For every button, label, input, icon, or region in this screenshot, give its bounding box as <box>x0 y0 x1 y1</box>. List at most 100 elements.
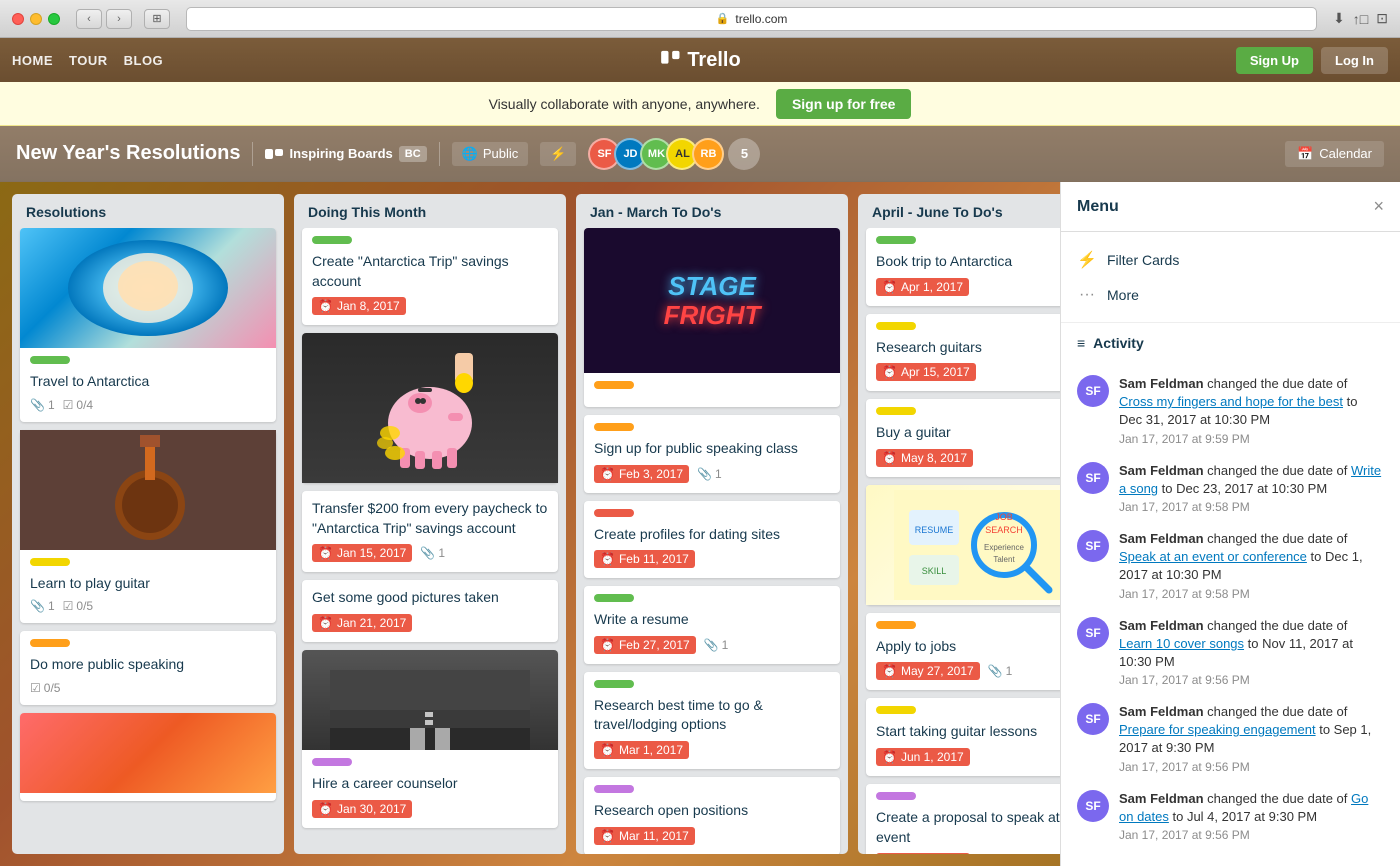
card-body-stage <box>584 373 840 407</box>
card-career-counselor[interactable]: Hire a career counselor ⏰ Jan 30, 2017 <box>302 650 558 828</box>
checklist-icon: ☑ <box>63 599 74 613</box>
card-piggy-bank[interactable] <box>302 333 558 483</box>
card-body-book-trip: Book trip to Antarctica ⏰ Apr 1, 2017 <box>866 228 1060 306</box>
activity-item-1: SF Sam Feldman changed the due date of W… <box>1077 462 1384 514</box>
card-resolutions-img[interactable] <box>20 713 276 801</box>
card-transfer-200[interactable]: Transfer $200 from every paycheck to "An… <box>302 491 558 572</box>
window-controls[interactable] <box>12 13 60 25</box>
column-cards-april-june: Book trip to Antarctica ⏰ Apr 1, 2017 <box>858 228 1060 854</box>
card-proposal-speak[interactable]: Create a proposal to speak at an event ⏰… <box>866 784 1060 854</box>
close-window-btn[interactable] <box>12 13 24 25</box>
activity-avatar-1: SF <box>1077 462 1109 494</box>
activity-link-3[interactable]: Learn 10 cover songs <box>1119 636 1244 651</box>
minimize-window-btn[interactable] <box>30 13 42 25</box>
share-icon[interactable]: ↑□ <box>1353 11 1368 27</box>
card-job-search[interactable]: RESUME SKILL JOB SEARCH Experience Talen… <box>866 485 1060 605</box>
back-btn[interactable]: ‹ <box>76 9 102 29</box>
activity-link-2[interactable]: Speak at an event or conference <box>1119 549 1307 564</box>
visibility-badge[interactable]: 🌐 Public <box>452 142 529 166</box>
power-ups-badge[interactable]: ⚡ <box>540 142 576 166</box>
card-due-date: ⏰ Feb 27, 2017 <box>594 636 696 654</box>
nav-home[interactable]: HOME <box>12 53 53 68</box>
card-book-trip[interactable]: Book trip to Antarctica ⏰ Apr 1, 2017 <box>866 228 1060 306</box>
board-header-right: 📅 Calendar <box>1285 141 1384 167</box>
activity-avatar-0: SF <box>1077 375 1109 407</box>
attachment-count: 📎 1 <box>988 664 1013 678</box>
card-title: Travel to Antarctica <box>30 372 266 392</box>
card-write-resume[interactable]: Write a resume ⏰ Feb 27, 2017 📎 1 <box>584 586 840 664</box>
workspace-icon <box>265 149 283 159</box>
activity-item-0: SF Sam Feldman changed the due date of C… <box>1077 375 1384 446</box>
column-april-june: April - June To Do's Book trip to Antarc… <box>858 194 1060 854</box>
calendar-button[interactable]: 📅 Calendar <box>1285 141 1384 167</box>
card-meta: ⏰ May 27, 2017 📎 1 <box>876 662 1060 680</box>
download-icon[interactable]: ⬇ <box>1333 10 1345 27</box>
activity-link-0[interactable]: Cross my fingers and hope for the best <box>1119 394 1343 409</box>
signup-button[interactable]: Sign Up <box>1236 47 1313 74</box>
more-item[interactable]: ··· More <box>1061 278 1400 312</box>
card-pictures-taken[interactable]: Get some good pictures taken ⏰ Jan 21, 2… <box>302 580 558 642</box>
member-count[interactable]: 5 <box>728 138 760 170</box>
clock-icon: ⏰ <box>600 743 615 757</box>
attachment-count: 📎 1 <box>30 599 55 613</box>
url-text: trello.com <box>735 12 787 26</box>
card-meta: ⏰ Jun 1, 2017 <box>876 748 1060 766</box>
banner-text: Visually collaborate with anyone, anywhe… <box>489 96 760 112</box>
card-buy-guitar[interactable]: Buy a guitar ⏰ May 8, 2017 <box>866 399 1060 477</box>
card-research-time[interactable]: Research best time to go & travel/lodgin… <box>584 672 840 769</box>
filter-cards-item[interactable]: ⚡ Filter Cards <box>1061 242 1400 278</box>
card-public-speaking[interactable]: Do more public speaking ☑ 0/5 <box>20 631 276 705</box>
nav-tour[interactable]: TOUR <box>69 53 108 68</box>
card-image-street <box>302 650 558 750</box>
activity-content-1: Sam Feldman changed the due date of Writ… <box>1119 462 1384 514</box>
card-meta: ⏰ Apr 15, 2017 <box>876 363 1060 381</box>
card-learn-guitar[interactable]: Learn to play guitar 📎 1 ☑ 0/5 <box>20 430 276 624</box>
card-research-guitars[interactable]: Research guitars ⏰ Apr 15, 2017 <box>866 314 1060 392</box>
activity-item-2: SF Sam Feldman changed the due date of S… <box>1077 530 1384 601</box>
card-guitar-lessons[interactable]: Start taking guitar lessons ⏰ Jun 1, 201… <box>866 698 1060 776</box>
card-body-speaking: Do more public speaking ☑ 0/5 <box>20 631 276 705</box>
card-travel-antarctica[interactable]: Travel to Antarctica 📎 1 ☑ 0/4 <box>20 228 276 422</box>
url-bar[interactable]: 🔒 trello.com <box>186 7 1317 31</box>
lock-icon: 🔒 <box>716 12 730 25</box>
card-title: Buy a guitar <box>876 423 1060 443</box>
card-title: Learn to play guitar <box>30 574 266 594</box>
card-meta: ⏰ May 8, 2017 <box>876 449 1060 467</box>
column-title-resolutions: Resolutions <box>12 194 284 228</box>
board-members: SF JD MK AL RB 5 <box>588 138 760 170</box>
sidebar-close-button[interactable]: × <box>1373 196 1384 217</box>
card-title: Sign up for public speaking class <box>594 439 830 459</box>
activity-item-5: SF Sam Feldman changed the due date of G… <box>1077 790 1384 842</box>
activity-avatar-5: SF <box>1077 790 1109 822</box>
card-meta: ⏰ Mar 11, 2017 <box>594 827 830 845</box>
card-speaking-class[interactable]: Sign up for public speaking class ⏰ Feb … <box>584 415 840 493</box>
activity-avatar-2: SF <box>1077 530 1109 562</box>
stage-word: STAGE <box>664 272 761 301</box>
svg-text:SEARCH: SEARCH <box>985 525 1023 535</box>
card-image-resolutions <box>20 713 276 793</box>
member-avatar-5[interactable]: RB <box>692 138 724 170</box>
card-apply-jobs[interactable]: Apply to jobs ⏰ May 27, 2017 📎 1 <box>866 613 1060 691</box>
forward-btn[interactable]: › <box>106 9 132 29</box>
card-research-positions[interactable]: Research open positions ⏰ Mar 11, 2017 <box>584 777 840 854</box>
layout-btn[interactable]: ⊞ <box>144 9 170 29</box>
maximize-window-btn[interactable] <box>48 13 60 25</box>
activity-link-4[interactable]: Prepare for speaking engagement <box>1119 722 1316 737</box>
workspace-badge: BC <box>399 146 427 162</box>
clock-icon: ⏰ <box>882 280 897 294</box>
card-due-date: ⏰ Jun 1, 2017 <box>876 853 970 854</box>
resize-icon[interactable]: ⊡ <box>1376 10 1388 27</box>
card-stage-fright[interactable]: STAGE FRIGHT <box>584 228 840 407</box>
card-image-job-search: RESUME SKILL JOB SEARCH Experience Talen… <box>866 485 1060 605</box>
more-icon: ··· <box>1077 286 1097 304</box>
login-button[interactable]: Log In <box>1321 47 1388 74</box>
signup-free-button[interactable]: Sign up for free <box>776 89 911 119</box>
card-savings-account[interactable]: Create "Antarctica Trip" savings account… <box>302 228 558 325</box>
nav-blog[interactable]: BLOG <box>124 53 164 68</box>
browser-nav[interactable]: ‹ › <box>76 9 132 29</box>
card-dating-profiles[interactable]: Create profiles for dating sites ⏰ Feb 1… <box>584 501 840 579</box>
checklist-count: ☑ 0/5 <box>63 599 93 613</box>
attachment-count: 📎 1 <box>697 467 722 481</box>
workspace-link[interactable]: Inspiring Boards BC <box>265 146 426 162</box>
board-title[interactable]: New Year's Resolutions <box>16 142 240 165</box>
